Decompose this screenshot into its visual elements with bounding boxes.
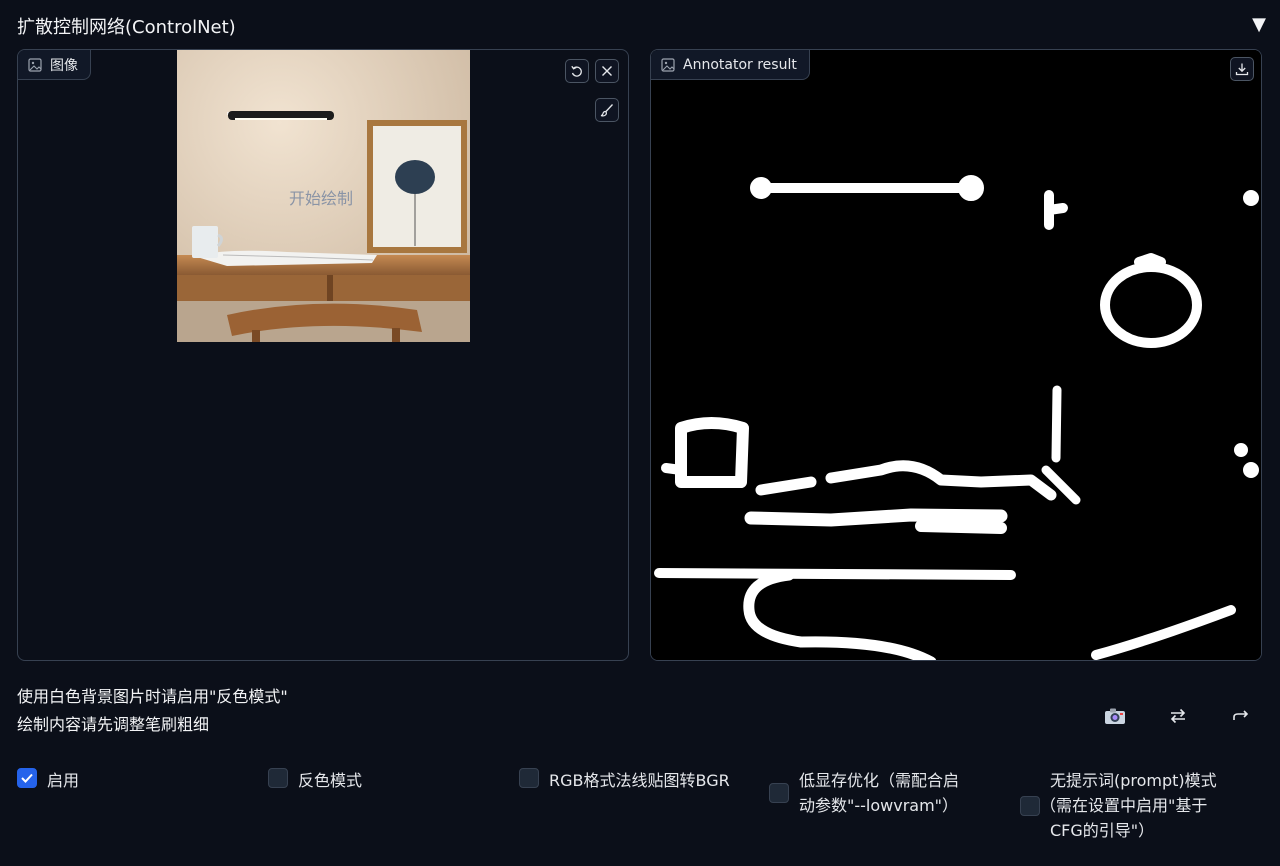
image-panel-label-text: 图像	[50, 57, 78, 74]
lowvram-checkbox[interactable]	[769, 783, 789, 803]
option-guess-mode[interactable]: 无提示词(prompt)模式 （需在设置中启用"基于 CFG的引导"）	[1020, 768, 1217, 843]
controlnet-accordion-header[interactable]: 扩散控制网络(ControlNet) ▼	[0, 0, 1280, 50]
mirror-swap-button[interactable]	[1166, 704, 1190, 728]
swap-icon	[1170, 708, 1186, 724]
undo-icon	[571, 65, 582, 77]
result-panel-label-text: Annotator result	[683, 56, 797, 73]
guess-mode-label: 无提示词(prompt)模式 （需在设置中启用"基于 CFG的引导"）	[1020, 768, 1217, 843]
send-dimensions-button[interactable]	[1229, 704, 1253, 728]
image-input-panel[interactable]: 图像 开始绘制	[17, 49, 629, 661]
brush-icon	[600, 104, 613, 117]
enable-checkbox[interactable]	[17, 768, 37, 788]
guess-mode-label-line2: （需在设置中启用"基于	[1040, 796, 1208, 815]
option-lowvram[interactable]: 低显存优化（需配合启 动参数"--lowvram"）	[769, 768, 959, 818]
lowvram-label-line1: 低显存优化（需配合启	[799, 771, 960, 790]
camera-icon	[1105, 708, 1125, 724]
rgb-bgr-label: RGB格式法线贴图转BGR	[549, 771, 730, 790]
invert-label: 反色模式	[298, 771, 363, 790]
annotator-result-image	[651, 50, 1261, 660]
rgb-bgr-checkbox[interactable]	[519, 768, 539, 788]
option-invert[interactable]: 反色模式	[268, 768, 362, 793]
guess-mode-label-line3: CFG的引导"）	[1050, 821, 1155, 840]
send-icon	[1233, 710, 1249, 720]
checkmark-icon	[21, 773, 33, 783]
usage-notes: 使用白色背景图片时请启用"反色模式" 绘制内容请先调整笔刷粗细	[17, 683, 288, 739]
accordion-title: 扩散控制网络(ControlNet)	[17, 17, 236, 38]
canvas-draw-hint: 开始绘制	[289, 189, 354, 208]
download-icon	[1235, 63, 1249, 76]
brush-button[interactable]	[595, 98, 619, 122]
image-icon	[28, 57, 42, 72]
clear-button[interactable]	[595, 59, 619, 83]
close-icon	[602, 66, 612, 76]
webcam-button[interactable]	[1103, 704, 1127, 728]
uploaded-photo[interactable]: 开始绘制	[177, 50, 470, 342]
note-line-1: 使用白色背景图片时请启用"反色模式"	[17, 687, 288, 706]
undo-button[interactable]	[565, 59, 589, 83]
enable-label: 启用	[47, 771, 80, 790]
lowvram-label-line2: 动参数"--lowvram"）	[799, 796, 959, 815]
result-panel-label: Annotator result	[651, 50, 810, 80]
note-line-2: 绘制内容请先调整笔刷粗细	[17, 715, 210, 734]
collapse-triangle-icon[interactable]: ▼	[1252, 14, 1266, 35]
download-button[interactable]	[1230, 57, 1254, 81]
guess-mode-label-line1: 无提示词(prompt)模式	[1050, 771, 1217, 790]
image-icon	[661, 57, 675, 72]
option-enable[interactable]: 启用	[17, 768, 79, 793]
lowvram-label: 低显存优化（需配合启 动参数"--lowvram"）	[799, 768, 959, 818]
option-rgb-to-bgr[interactable]: RGB格式法线贴图转BGR	[519, 768, 730, 793]
invert-checkbox[interactable]	[268, 768, 288, 788]
image-panel-label: 图像	[18, 50, 91, 80]
annotator-result-panel: Annotator result	[650, 49, 1262, 661]
